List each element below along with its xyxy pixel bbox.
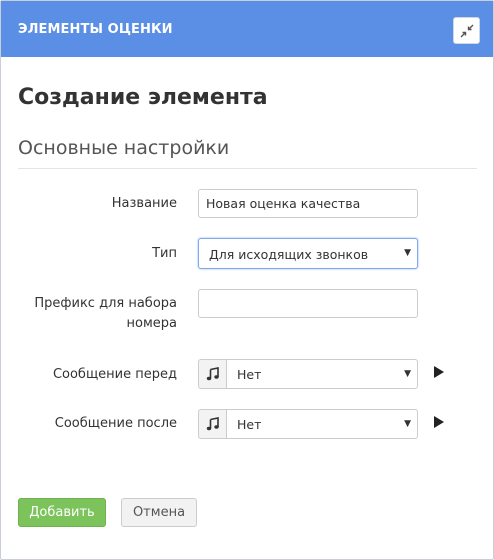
message-after-value: Нет [237,417,262,432]
section-title: Основные настройки [18,137,230,159]
chevron-down-icon: ▼ [404,248,411,258]
panel-title: ЭЛЕМЕНТЫ ОЦЕНКИ [18,22,173,37]
panel-header: ЭЛЕМЕНТЫ ОЦЕНКИ [1,1,493,57]
prefix-label: Префикс для набора номера [34,294,177,334]
message-before-group: Нет ▼ [198,359,418,389]
music-note-icon [206,417,219,431]
name-label: Название [111,196,177,211]
collapse-button[interactable] [453,17,480,44]
message-before-value: Нет [237,367,262,382]
play-icon[interactable] [433,365,445,379]
chevron-down-icon: ▼ [404,419,411,429]
message-before-label: Сообщение перед [52,367,177,382]
name-input[interactable] [198,189,418,218]
page-title: Создание элемента [18,85,268,110]
type-select-value: Для исходящих звонков [209,247,369,262]
type-select[interactable]: Для исходящих звонков ▼ [198,238,418,269]
play-icon[interactable] [433,415,445,429]
music-note-icon [206,367,219,381]
collapse-arrows-icon [460,24,474,38]
message-before-select[interactable]: Нет ▼ [226,359,418,389]
prefix-input[interactable] [198,289,418,318]
message-after-group: Нет ▼ [198,409,418,439]
prefix-label-line2: номера [126,316,177,331]
cancel-button[interactable]: Отмена [121,498,197,527]
prefix-label-line1: Префикс для набора [34,296,177,311]
elements-panel: ЭЛЕМЕНТЫ ОЦЕНКИ Создание элемента Основн… [0,0,494,560]
message-after-addon [198,409,226,439]
message-after-select[interactable]: Нет ▼ [226,409,418,439]
section-divider [18,168,477,169]
message-before-addon [198,359,226,389]
chevron-down-icon: ▼ [404,369,411,379]
add-button[interactable]: Добавить [18,498,106,527]
message-after-label: Сообщение после [54,416,177,431]
type-label: Тип [152,246,177,261]
